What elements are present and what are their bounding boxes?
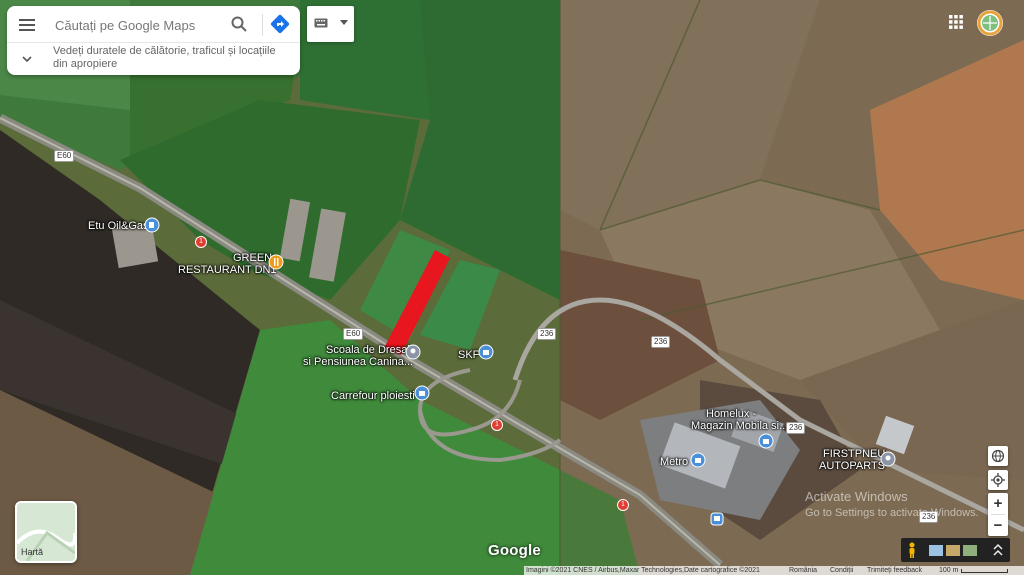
attribution-footer: Imagini ©2021 CNES / Airbus,Maxar Techno… xyxy=(524,566,1024,575)
globe-icon xyxy=(991,449,1005,463)
road-badge-dn1: 1 xyxy=(617,499,629,511)
hamburger-icon[interactable] xyxy=(19,17,35,31)
road-badge-e60: E60 xyxy=(343,328,364,340)
road-badge-236: 236 xyxy=(786,422,806,434)
globe-button[interactable] xyxy=(988,446,1008,466)
layer-switcher[interactable]: Hartă xyxy=(15,501,77,563)
road-badge-dn1: 1 xyxy=(195,236,207,248)
search-row xyxy=(7,6,300,42)
place-label-skf[interactable]: SKF xyxy=(458,349,479,362)
transit-pin-icon[interactable] xyxy=(709,511,725,527)
feedback-link[interactable]: Trimiteți feedback xyxy=(867,566,922,575)
scale-label[interactable]: 100 m xyxy=(939,566,958,575)
directions-icon[interactable] xyxy=(270,14,290,34)
place-pin-icon[interactable] xyxy=(880,451,896,467)
shopping-pin-icon[interactable] xyxy=(758,433,774,449)
activate-windows-watermark: Activate Windows xyxy=(805,489,908,504)
gas-station-pin-icon[interactable] xyxy=(144,217,160,233)
search-input[interactable] xyxy=(53,15,227,35)
restaurant-pin-icon[interactable] xyxy=(268,254,284,270)
zoom-in-button[interactable]: + xyxy=(988,493,1008,514)
caret-down-icon[interactable] xyxy=(340,20,348,26)
shopping-pin-icon[interactable] xyxy=(478,344,494,360)
divider xyxy=(262,14,263,36)
shopping-pin-icon[interactable] xyxy=(690,452,706,468)
place-label-homelux-2[interactable]: Magazin Mobila si... xyxy=(691,420,788,433)
google-logo: Google xyxy=(488,542,541,559)
country-link[interactable]: România xyxy=(789,566,817,575)
road-badge-236: 236 xyxy=(537,328,557,340)
pegman-icon[interactable] xyxy=(907,542,917,558)
zoom-controls: + − xyxy=(988,493,1008,536)
terms-link[interactable]: Condiții xyxy=(830,566,853,575)
layer-label: Hartă xyxy=(21,547,44,557)
my-location-button[interactable] xyxy=(988,470,1008,490)
place-label-metro[interactable]: Metro xyxy=(660,456,688,469)
road-badge-dn1: 1 xyxy=(491,419,503,431)
shopping-pin-icon[interactable] xyxy=(414,385,430,401)
search-icon[interactable] xyxy=(230,15,248,33)
hint-text: Vedeți duratele de călătorie, traficul ș… xyxy=(53,45,276,70)
place-label-firstpneu-2[interactable]: AUTOPARTS xyxy=(819,460,885,473)
expand-icon[interactable] xyxy=(993,543,1003,557)
input-tools xyxy=(307,6,354,42)
road-badge-e60: E60 xyxy=(54,150,75,162)
keyboard-icon[interactable] xyxy=(314,18,328,28)
place-label-carrefour[interactable]: Carrefour ploiesti xyxy=(331,390,415,403)
place-label-etu-oil[interactable]: Etu Oil&Gas xyxy=(88,220,149,233)
imagery-attribution: Imagini ©2021 CNES / Airbus,Maxar Techno… xyxy=(526,567,760,574)
place-label-scoala-2[interactable]: si Pensiunea Canina... xyxy=(303,356,413,369)
zoom-out-button[interactable]: − xyxy=(988,515,1008,536)
chevron-down-icon xyxy=(22,56,32,63)
road-badge-236: 236 xyxy=(651,336,671,348)
apps-grid-icon[interactable] xyxy=(949,15,963,29)
place-label-green-restaurant-2[interactable]: RESTAURANT DN1 xyxy=(178,264,277,277)
explore-nearby-hint[interactable]: Vedeți duratele de călătorie, traficul ș… xyxy=(7,43,300,75)
search-box: Vedeți duratele de călătorie, traficul ș… xyxy=(7,6,300,75)
activate-windows-subtext: Go to Settings to activate Windows. xyxy=(805,507,979,519)
place-pin-icon[interactable] xyxy=(405,344,421,360)
avatar[interactable] xyxy=(976,9,1004,37)
scale-bar xyxy=(961,569,1008,573)
my-location-icon xyxy=(991,473,1005,487)
imagery-strip xyxy=(901,538,1010,562)
imagery-thumbnails[interactable] xyxy=(929,545,977,556)
